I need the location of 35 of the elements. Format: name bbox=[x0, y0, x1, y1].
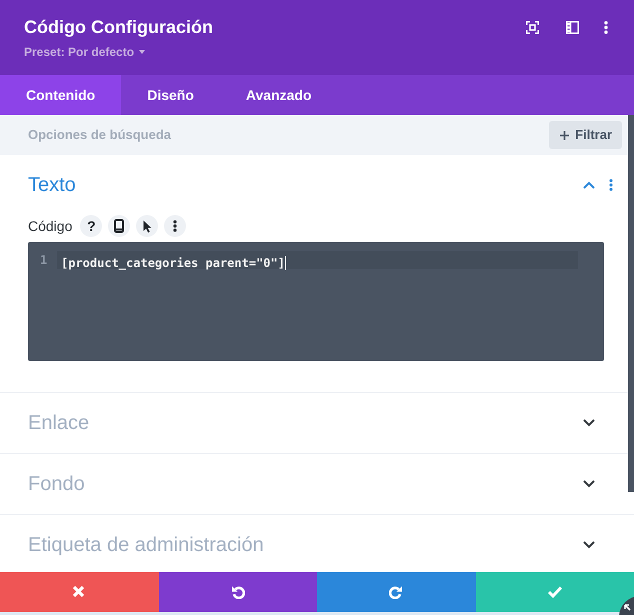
filter-button[interactable]: Filtrar bbox=[549, 121, 622, 149]
plus-icon bbox=[560, 130, 570, 140]
focus-mode-button[interactable] bbox=[526, 21, 539, 34]
caret-icon bbox=[139, 50, 146, 54]
tab[interactable]: Avanzado bbox=[220, 75, 338, 115]
tab[interactable]: Diseño bbox=[121, 75, 220, 115]
resize-handle-icon[interactable] bbox=[619, 596, 634, 615]
scrollbar-thumb[interactable] bbox=[628, 115, 634, 492]
sidebar-layout-icon bbox=[566, 21, 579, 34]
undo-icon bbox=[230, 585, 245, 599]
focus-icon bbox=[526, 21, 539, 34]
chevron-down-icon[interactable] bbox=[583, 480, 595, 488]
code-editor[interactable]: 1 [product_categories parent="0"] bbox=[28, 242, 604, 361]
redo-icon bbox=[389, 585, 404, 599]
line-number: 1 bbox=[40, 252, 48, 269]
more-vertical-icon bbox=[173, 220, 178, 232]
check-icon bbox=[548, 585, 562, 599]
tab[interactable]: Contenido bbox=[0, 75, 122, 115]
field-options-button[interactable] bbox=[164, 215, 186, 237]
search-field[interactable]: Opciones de búsqueda bbox=[28, 125, 288, 145]
pointer-icon bbox=[142, 220, 152, 232]
preset-dropdown[interactable]: Preset: Por defecto bbox=[24, 44, 146, 60]
chevron-down-icon[interactable] bbox=[583, 419, 595, 427]
field-label: Código bbox=[28, 217, 72, 236]
section-title[interactable]: Texto bbox=[28, 172, 76, 198]
sidebar-layout-button[interactable] bbox=[566, 21, 579, 34]
responsive-button[interactable] bbox=[108, 215, 130, 237]
chevron-up-icon[interactable] bbox=[583, 181, 595, 189]
code-text: [product_categories parent="0"] bbox=[61, 256, 286, 270]
chevron-down-icon[interactable] bbox=[583, 541, 595, 549]
hover-button[interactable] bbox=[136, 215, 158, 237]
panel-title: Código Configuración bbox=[24, 16, 213, 38]
phone-icon bbox=[114, 219, 124, 233]
close-icon bbox=[72, 585, 86, 599]
help-button[interactable]: ? bbox=[80, 215, 102, 237]
